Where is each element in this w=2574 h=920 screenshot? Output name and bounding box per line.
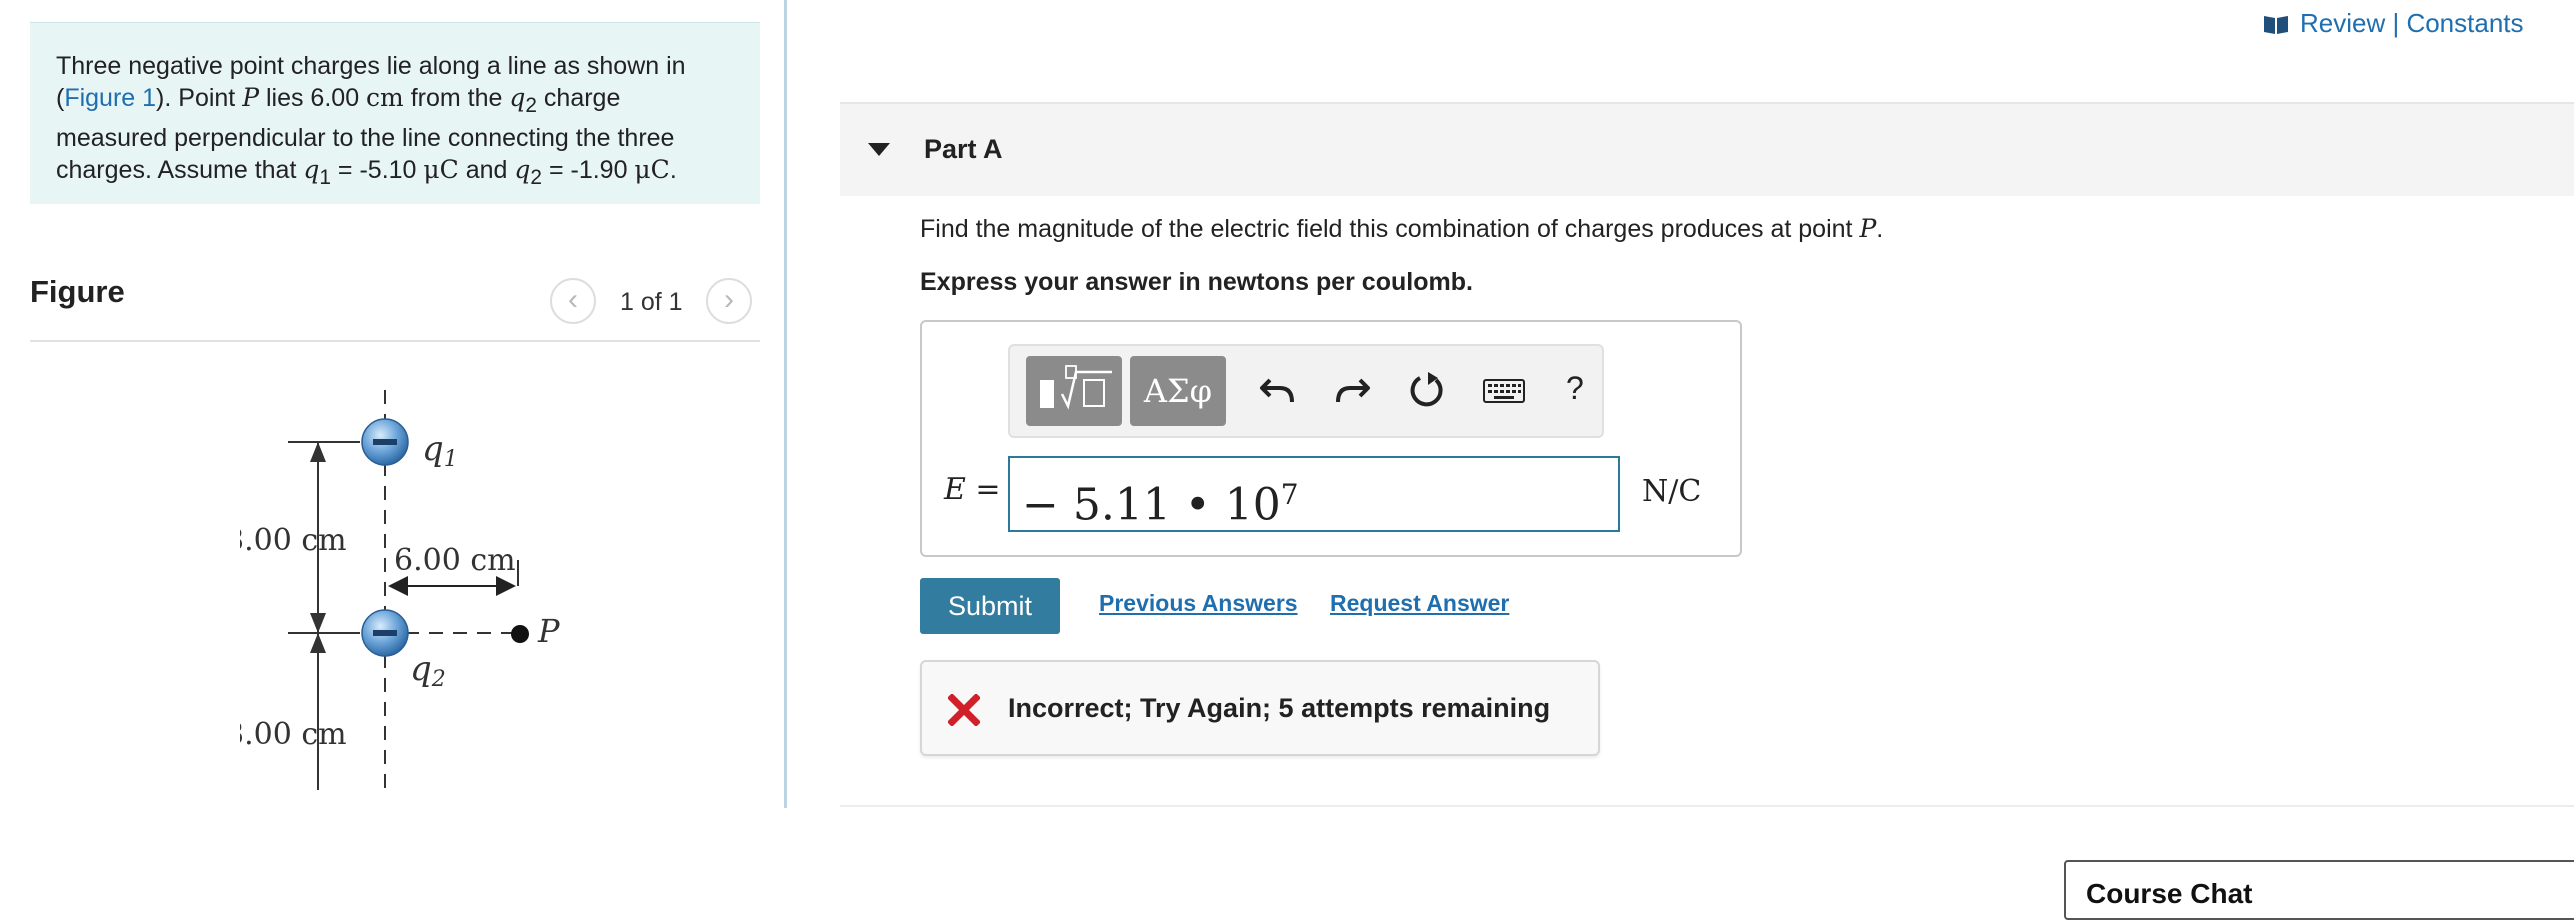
course-chat-title: Course Chat	[2086, 878, 2253, 909]
answer-instruction: Express your answer in newtons per coulo…	[920, 268, 1473, 296]
redo-icon[interactable]	[1332, 370, 1372, 410]
undo-icon[interactable]	[1258, 370, 1298, 410]
answer-exponent: 7	[1280, 478, 1299, 511]
math-toolbar: ΑΣφ ?	[1008, 344, 1604, 438]
question-text: Find the magnitude of the electric field…	[920, 214, 1883, 244]
problem-text: .	[669, 156, 677, 184]
point-symbol: P	[1859, 214, 1877, 243]
submit-button[interactable]: Submit	[920, 578, 1060, 634]
distance-bottom-label: 8.00 cm	[240, 717, 347, 752]
review-constants-link[interactable]: Review | Constants	[2262, 8, 2524, 39]
keyboard-icon[interactable]	[1482, 370, 1526, 410]
problem-text: ). Point	[156, 84, 243, 112]
reset-icon[interactable]	[1406, 370, 1446, 410]
q1-symbol: q	[303, 155, 320, 184]
charge-diagram: q1 q2 8.00 cm 6.00 cm 8.00 cm P	[240, 390, 560, 790]
q1-label: q1	[422, 429, 458, 472]
figure-header: Figure ‹ 1 of 1 ›	[30, 268, 760, 342]
help-button[interactable]: ?	[1566, 370, 1584, 407]
point-symbol: P	[242, 83, 260, 112]
feedback-text: Incorrect; Try Again; 5 attempts remaini…	[1008, 693, 1551, 723]
arrowhead-icon	[310, 633, 326, 653]
q2-symbol: q	[509, 83, 526, 112]
book-icon	[2264, 15, 2288, 34]
question-end: .	[1876, 215, 1884, 243]
arrowhead-icon	[310, 613, 326, 633]
answer-mantissa: − 5.11 • 10	[1022, 479, 1281, 531]
problem-statement: Three negative point charges lie along a…	[30, 22, 760, 204]
q1-subscript: 1	[319, 166, 331, 189]
chevron-left-icon: ‹	[568, 283, 578, 316]
review-constants-label: Review | Constants	[2300, 8, 2524, 38]
arrowhead-icon	[310, 442, 326, 462]
templates-button[interactable]	[1026, 356, 1122, 426]
left-panel: Three negative point charges lie along a…	[0, 0, 787, 808]
previous-figure-button[interactable]: ‹	[550, 278, 596, 324]
request-answer-link[interactable]: Request Answer	[1330, 590, 1509, 617]
problem-text: and	[458, 156, 515, 184]
unit-symbol: μC	[634, 155, 670, 184]
answer-units: N/C	[1642, 474, 1702, 509]
error-x-icon	[948, 694, 980, 726]
q1-charge	[361, 418, 409, 466]
greek-symbols-button[interactable]: ΑΣφ	[1130, 356, 1226, 426]
figure-pager-label: 1 of 1	[620, 288, 683, 316]
part-a-header[interactable]: Part A	[840, 102, 2574, 196]
section-divider	[840, 805, 2574, 807]
course-chat-panel[interactable]: Course Chat	[2064, 860, 2574, 920]
distance-horizontal-label: 6.00 cm	[394, 543, 516, 578]
answer-input[interactable]: − 5.11 • 107	[1008, 456, 1620, 532]
q2-subscript: 2	[525, 94, 537, 117]
previous-answers-link[interactable]: Previous Answers	[1099, 590, 1298, 617]
next-figure-button[interactable]: ›	[706, 278, 752, 324]
answer-box: ΑΣφ ? E = − 5.11 • 107 N/C	[920, 320, 1742, 557]
templates-icon	[1040, 365, 1112, 410]
q2-symbol: q	[514, 155, 531, 184]
figure-title: Figure	[30, 274, 125, 309]
chevron-right-icon: ›	[724, 283, 734, 316]
q1-value: = -5.10	[330, 156, 424, 184]
collapse-caret-icon[interactable]	[868, 143, 890, 157]
unit-symbol: μC	[423, 155, 459, 184]
q2-label: q2	[410, 649, 446, 692]
q2-charge	[361, 609, 409, 657]
answer-label: E =	[944, 472, 1001, 507]
part-title: Part A	[924, 134, 1003, 164]
question-body: Find the magnitude of the electric field…	[920, 215, 1860, 243]
point-p-label: P	[537, 612, 560, 650]
q2-subscript: 2	[530, 166, 542, 189]
figure-link[interactable]: Figure 1	[64, 84, 156, 112]
unit-symbol: cm	[366, 83, 404, 112]
distance-top-label: 8.00 cm	[240, 523, 347, 558]
point-p-dot	[511, 625, 529, 643]
q2-value: = -1.90	[542, 156, 635, 184]
problem-text: from the	[403, 84, 510, 112]
feedback-message: Incorrect; Try Again; 5 attempts remaini…	[920, 660, 1600, 756]
problem-text: lies 6.00	[259, 84, 367, 112]
